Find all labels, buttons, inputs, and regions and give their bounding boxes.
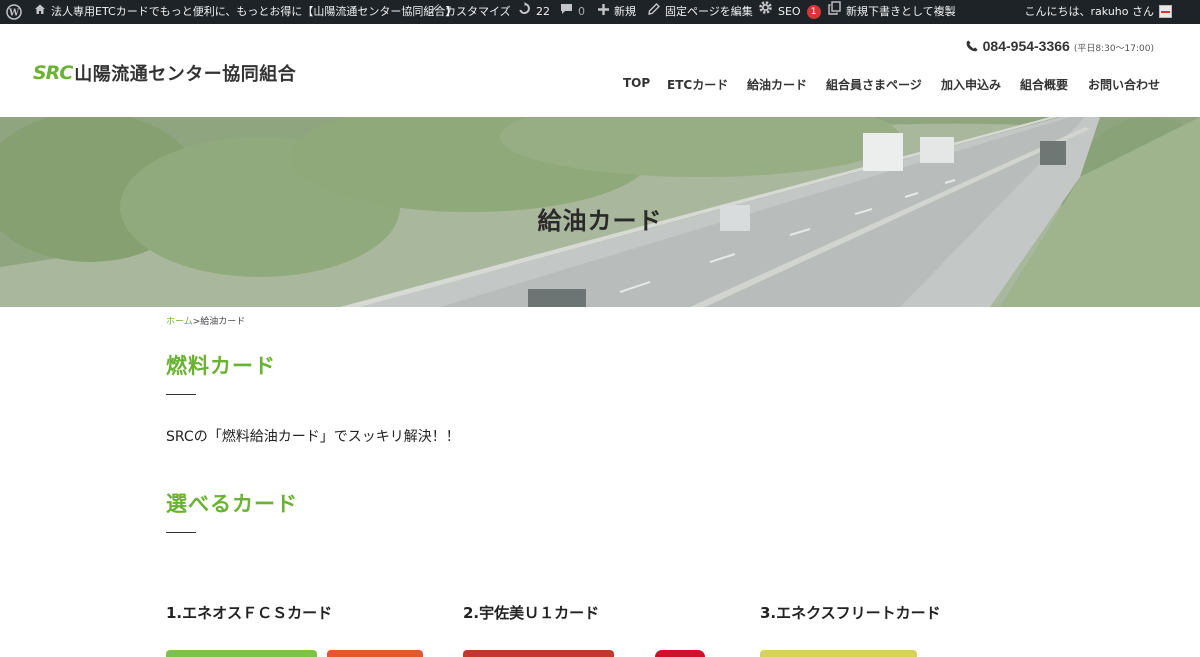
hero-banner: 給油カード — [0, 117, 1200, 307]
card-title-eneos: 1.エネオスＦＣＳカード — [166, 604, 333, 622]
usami-card-image — [463, 650, 614, 657]
admin-comments[interactable]: 0 — [560, 0, 585, 24]
admin-updates[interactable]: 22 — [518, 0, 550, 24]
admin-customize[interactable]: カスタマイズ — [428, 0, 511, 24]
admin-site-link[interactable]: 法人専用ETCカードでもっと便利に、もっとお得に【山陽流通センター協同組合】 — [34, 0, 456, 24]
nav-contact[interactable]: お問い合わせ — [1088, 76, 1160, 92]
nav-member-page[interactable]: 組合員さまページ — [826, 76, 922, 92]
usami-logo-image — [655, 650, 705, 657]
admin-seo-label: SEO — [778, 5, 801, 18]
admin-site-name: 法人専用ETCカードでもっと便利に、もっとお得に【山陽流通センター協同組合】 — [51, 5, 457, 18]
avatar[interactable] — [1159, 5, 1172, 18]
seo-notification-badge: 1 — [806, 5, 821, 19]
admin-comments-count: 0 — [578, 5, 585, 18]
eneos-card-image — [166, 650, 317, 657]
page-title: 給油カード — [537, 207, 663, 235]
admin-duplicate[interactable]: 新規下書きとして複製 — [828, 0, 956, 24]
logo-text: 山陽流通センター協同組合 — [74, 64, 297, 85]
admin-account[interactable]: こんにちは、rakuho さん — [1025, 0, 1154, 24]
heading-divider — [166, 394, 196, 395]
nav-fuel-card[interactable]: 給油カード — [747, 76, 807, 92]
admin-customize-label: カスタマイズ — [445, 5, 511, 18]
wordpress-logo-icon[interactable]: W — [6, 0, 22, 24]
choose-card-heading: 選べるカード — [166, 492, 298, 516]
brush-icon — [428, 0, 440, 24]
admin-new[interactable]: 新規 — [598, 0, 636, 24]
card-title-usami: 2.宇佐美Ｕ１カード — [463, 604, 600, 622]
lead-text: SRCの「燃料給油カード」でスッキリ解決！！ — [166, 429, 460, 445]
breadcrumb-home[interactable]: ホーム — [166, 317, 193, 327]
heading-divider — [166, 532, 196, 533]
gear-icon — [758, 0, 773, 24]
eneos-card-image-2 — [327, 650, 423, 657]
phone-icon — [966, 39, 982, 55]
refresh-icon — [518, 0, 531, 24]
nav-application[interactable]: 加入申込み — [941, 76, 1001, 92]
enex-card-image — [760, 650, 917, 657]
fuel-card-heading: 燃料カード — [166, 354, 276, 378]
comment-icon — [560, 0, 573, 24]
admin-seo[interactable]: SEO 1 — [758, 0, 821, 24]
plus-icon — [598, 0, 609, 24]
admin-new-label: 新規 — [614, 5, 636, 18]
copy-icon — [828, 0, 841, 24]
card-title-enex: 3.エネクスフリートカード — [760, 604, 941, 622]
breadcrumb: ホーム>給油カード — [166, 314, 245, 327]
phone-number[interactable]: 084-954-3366 — [983, 38, 1070, 54]
logo-mark: SRC — [33, 62, 73, 84]
site-logo[interactable]: SRC 山陽流通センター協同組合 — [33, 60, 296, 86]
business-hours: (平日8:30～17:00) — [1073, 44, 1154, 54]
svg-text:W: W — [8, 9, 20, 19]
admin-bar: W 法人専用ETCカードでもっと便利に、もっとお得に【山陽流通センター協同組合】… — [0, 0, 1200, 24]
nav-etc-card[interactable]: ETCカード — [667, 76, 728, 92]
admin-duplicate-label: 新規下書きとして複製 — [846, 5, 956, 18]
admin-edit-page[interactable]: 固定ページを編集 — [648, 0, 753, 24]
header-phone: 084-954-3366 (平日8:30～17:00) — [966, 38, 1154, 55]
admin-greeting: こんにちは、rakuho さん — [1024, 5, 1154, 18]
pencil-icon — [648, 0, 660, 24]
admin-updates-count: 22 — [536, 5, 550, 18]
breadcrumb-current: 給油カード — [200, 317, 246, 327]
admin-edit-page-label: 固定ページを編集 — [665, 5, 753, 18]
nav-about[interactable]: 組合概要 — [1020, 76, 1068, 92]
nav-top[interactable]: TOP — [623, 76, 650, 92]
home-icon — [34, 0, 46, 24]
